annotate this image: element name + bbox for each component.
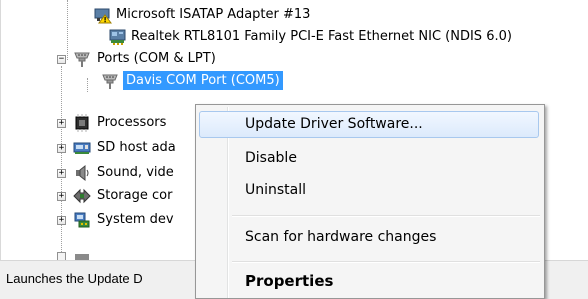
menu-item-disable[interactable]: Disable xyxy=(199,145,539,172)
expand-toggle-icon[interactable]: + xyxy=(57,216,66,225)
menu-separator xyxy=(232,215,540,217)
tree-item-sd-host-adapters[interactable]: + SD host ada xyxy=(1,137,201,159)
expand-toggle-icon[interactable]: + xyxy=(57,192,66,201)
tree-item-sound-video[interactable]: + Sound, vide xyxy=(1,162,201,184)
partial-toggle-icon xyxy=(57,252,66,260)
menu-item-properties[interactable]: Properties xyxy=(199,268,539,295)
port-connector-icon xyxy=(73,50,91,68)
tree-item-label: Sound, vide xyxy=(97,165,174,180)
tree-item-system-devices[interactable]: + System dev xyxy=(1,209,201,231)
tree-item-label: Microsoft ISATAP Adapter #13 xyxy=(116,7,311,22)
expand-toggle-icon[interactable]: + xyxy=(57,144,66,153)
tree-item-processors[interactable]: + Processors xyxy=(1,112,201,134)
expand-toggle-icon[interactable]: + xyxy=(57,169,66,178)
context-menu[interactable]: Update Driver Software... Disable Uninst… xyxy=(195,104,545,299)
network-adapter-icon xyxy=(109,28,127,46)
port-connector-icon xyxy=(101,72,119,90)
menu-item-scan-for-hardware-changes[interactable]: Scan for hardware changes xyxy=(199,224,539,251)
storage-controller-icon xyxy=(73,187,91,205)
tree-item-label: SD host ada xyxy=(97,140,176,155)
tree-item-label: Storage cor xyxy=(97,188,173,203)
tree-item-label: Processors xyxy=(97,115,167,130)
menu-item-update-driver-software[interactable]: Update Driver Software... xyxy=(199,111,539,138)
tree-item-label: Realtek RTL8101 Family PCI-E Fast Ethern… xyxy=(131,29,512,44)
tree-item-label: System dev xyxy=(97,212,174,227)
expand-toggle-icon[interactable]: + xyxy=(57,119,66,128)
tree-item-davis-com-port[interactable]: Davis COM Port (COM5) xyxy=(1,70,588,92)
processor-chip-icon xyxy=(73,114,91,132)
network-adapter-warning-icon xyxy=(94,6,112,24)
tree-item-storage-controllers[interactable]: + Storage cor xyxy=(1,185,201,207)
tree-item-label-selected: Davis COM Port (COM5) xyxy=(123,71,283,90)
tree-item-isatap-adapter[interactable]: Microsoft ISATAP Adapter #13 xyxy=(1,4,588,26)
tree-item-ports[interactable]: − Ports (COM & LPT) xyxy=(1,48,588,70)
menu-separator xyxy=(232,261,540,263)
sd-host-adapter-icon xyxy=(73,139,91,157)
tree-item-label: Ports (COM & LPT) xyxy=(97,51,216,66)
system-devices-icon xyxy=(73,211,91,229)
status-text: Launches the Update D xyxy=(0,261,202,297)
speaker-icon xyxy=(73,164,91,182)
tree-item-realtek-nic[interactable]: Realtek RTL8101 Family PCI-E Fast Ethern… xyxy=(1,26,588,48)
tree-item-partial xyxy=(57,246,197,260)
collapse-toggle-icon[interactable]: − xyxy=(57,55,66,64)
menu-item-uninstall[interactable]: Uninstall xyxy=(199,177,539,204)
